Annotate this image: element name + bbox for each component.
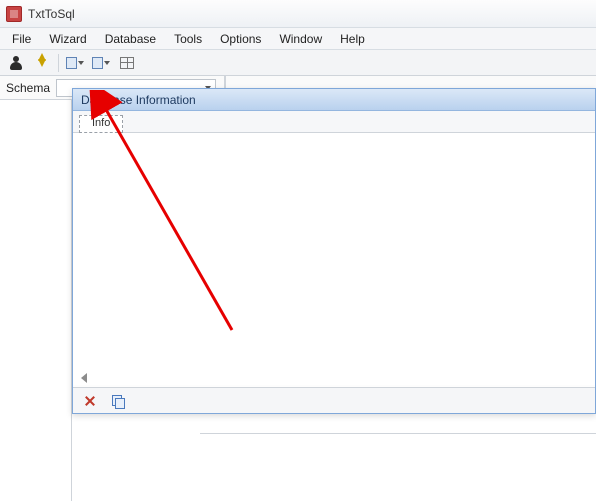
child-window-toolbar (73, 387, 595, 413)
flash-icon (38, 59, 46, 67)
menu-database[interactable]: Database (97, 30, 164, 48)
close-icon (84, 395, 96, 407)
menu-window[interactable]: Window (271, 30, 330, 48)
menu-file[interactable]: File (4, 30, 39, 48)
child-window-title[interactable]: Database Information (73, 89, 595, 111)
bottom-pane (200, 433, 596, 501)
box-icon (66, 57, 77, 69)
toolbar-execute-button[interactable] (32, 53, 52, 73)
tab-info[interactable]: Info (79, 115, 123, 133)
child-window-tabs: Info (73, 111, 595, 133)
menu-help[interactable]: Help (332, 30, 373, 48)
toolbar-open-button[interactable] (65, 53, 85, 73)
toolbar-save-button[interactable] (91, 53, 111, 73)
menu-wizard[interactable]: Wizard (41, 30, 94, 48)
toolbar-grid-button[interactable] (117, 53, 137, 73)
close-button[interactable] (81, 392, 99, 410)
person-icon (9, 56, 23, 70)
database-information-window: Database Information Info (72, 88, 596, 414)
schema-label: Schema (6, 81, 50, 95)
grid-icon (120, 57, 134, 69)
left-tree-pane (0, 100, 72, 501)
toolbar (0, 50, 596, 76)
app-icon (6, 6, 22, 22)
toolbar-connect-button[interactable] (6, 53, 26, 73)
info-body (73, 133, 595, 385)
chevron-down-icon (104, 61, 110, 65)
titlebar: TxtToSql (0, 0, 596, 28)
box-icon (92, 57, 103, 69)
menubar: File Wizard Database Tools Options Windo… (0, 28, 596, 50)
scroll-left-icon[interactable] (79, 373, 87, 383)
copy-button[interactable] (109, 392, 127, 410)
menu-tools[interactable]: Tools (166, 30, 210, 48)
copy-icon (112, 395, 124, 407)
chevron-down-icon (78, 61, 84, 65)
toolbar-separator (58, 54, 59, 72)
menu-options[interactable]: Options (212, 30, 269, 48)
app-title: TxtToSql (28, 7, 75, 21)
